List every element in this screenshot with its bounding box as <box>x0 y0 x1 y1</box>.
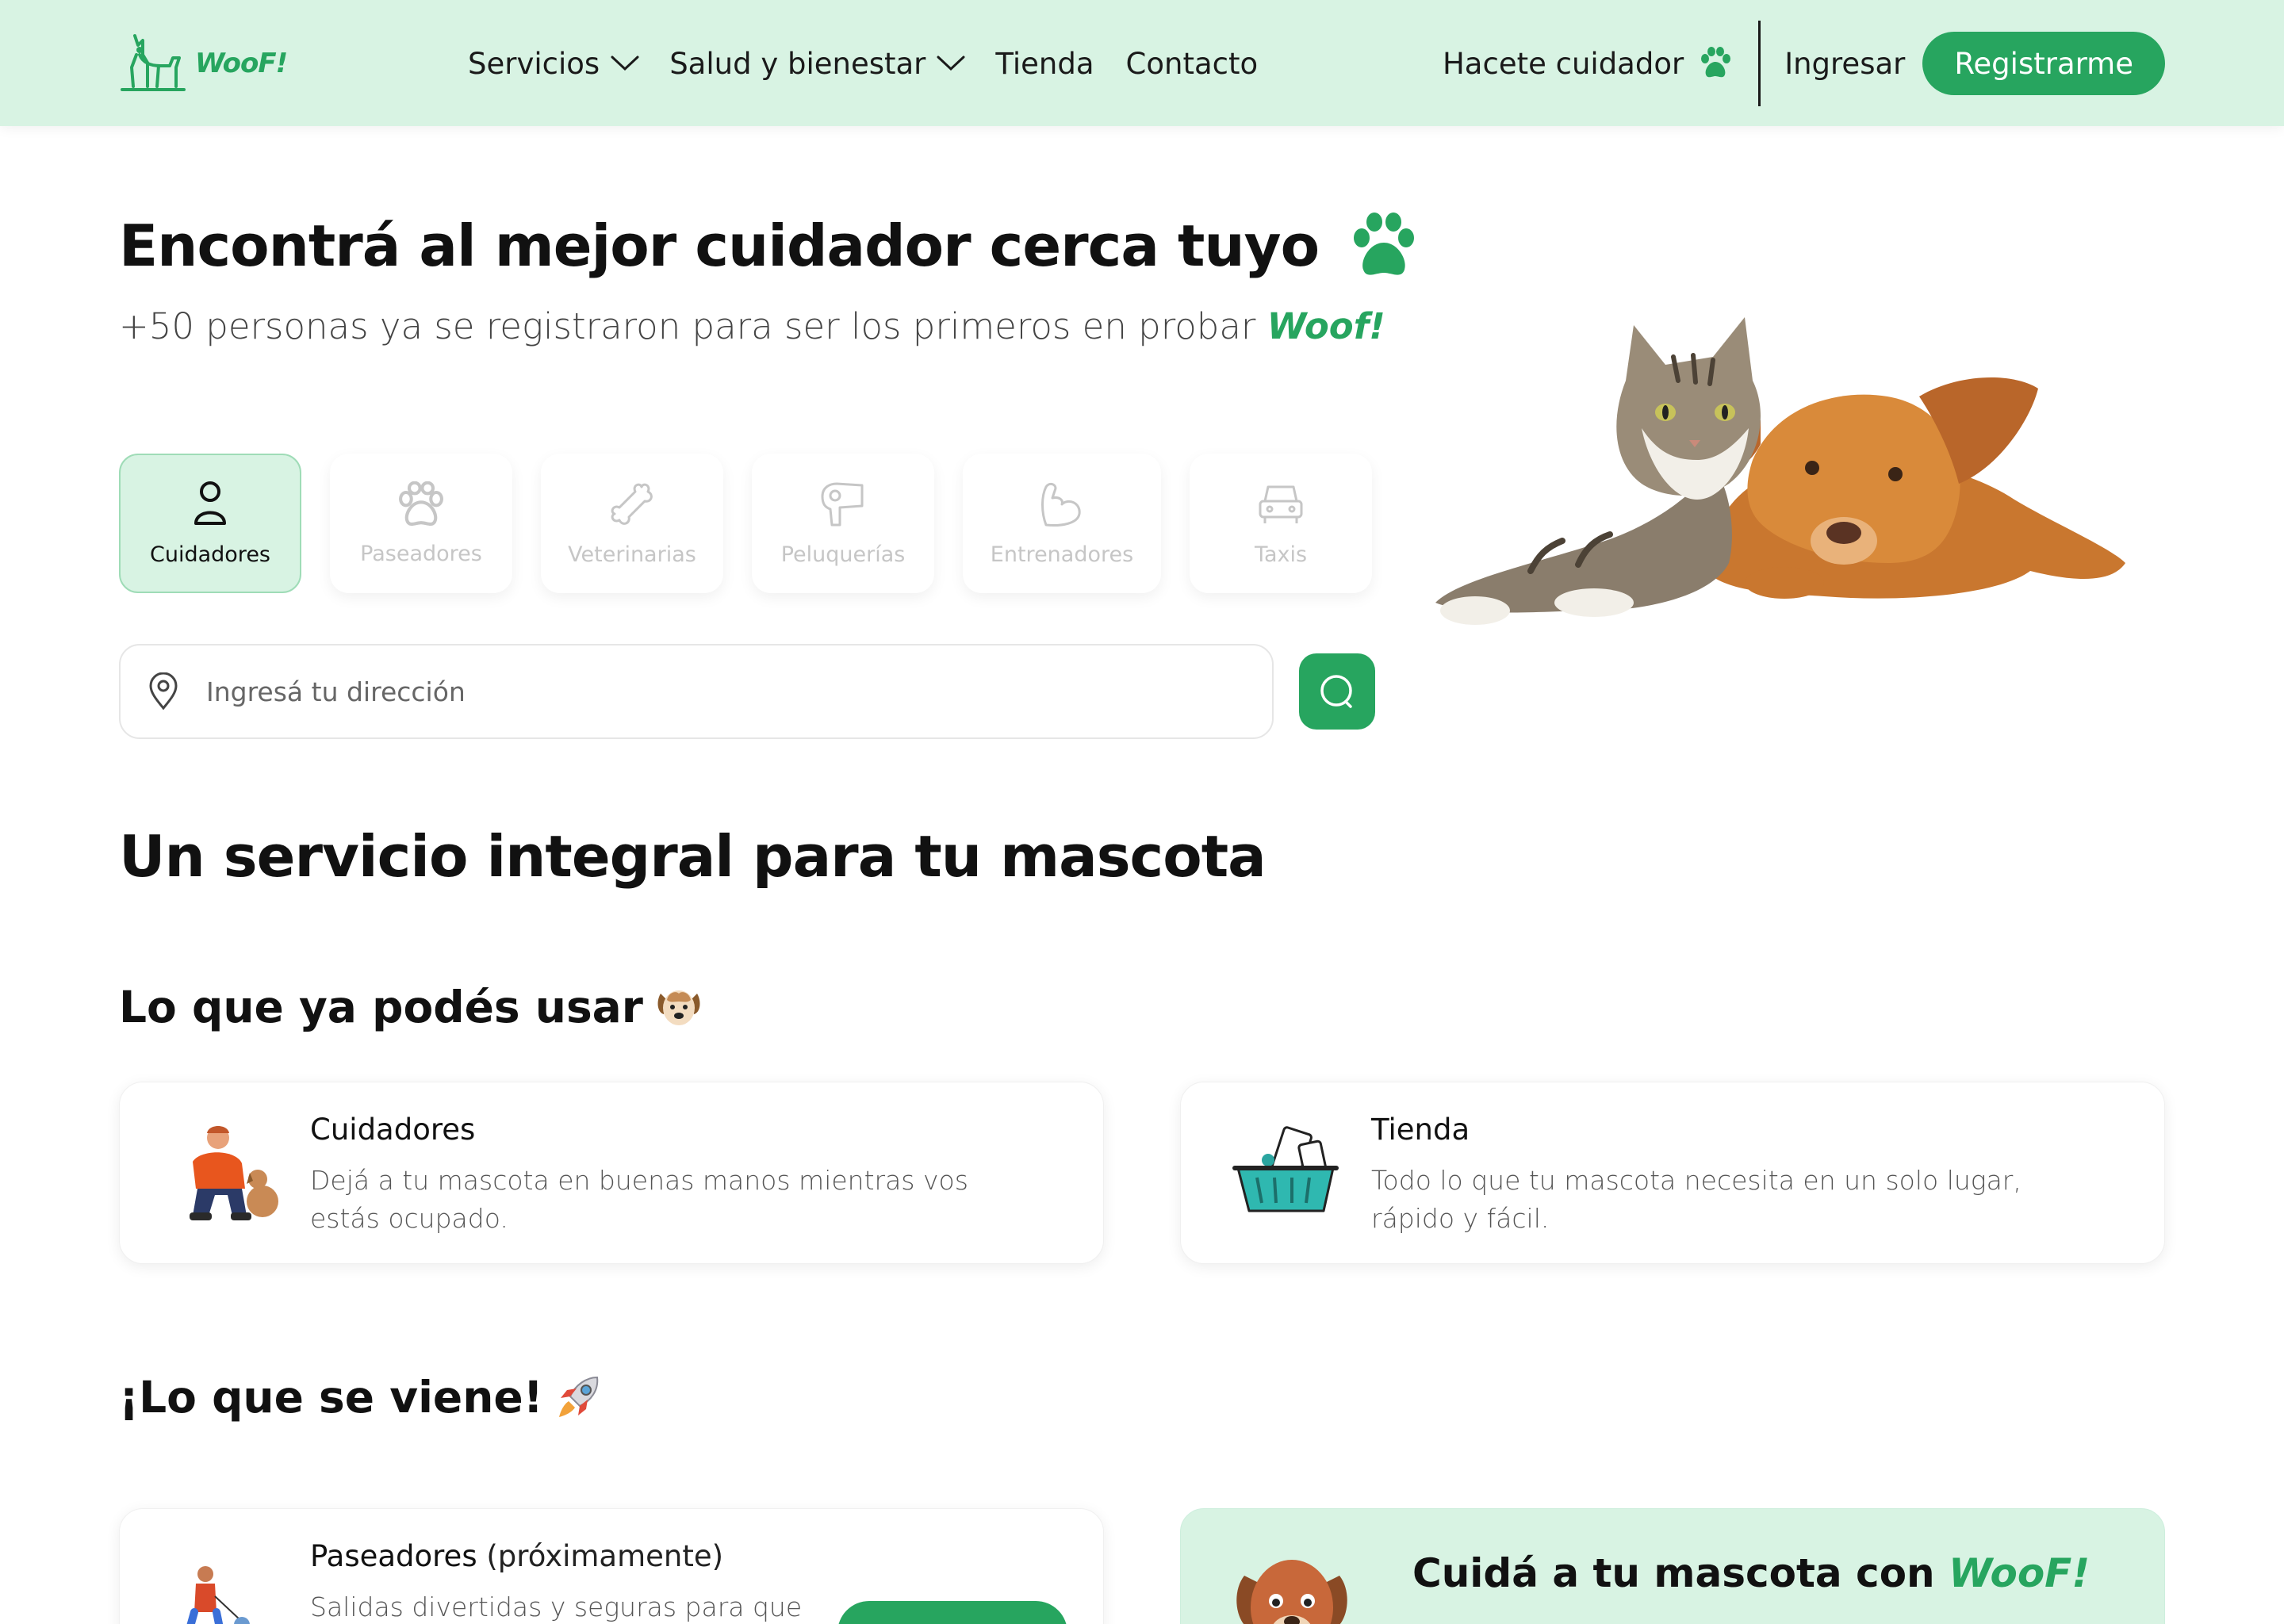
become-caretaker-link[interactable]: Hacete cuidador <box>1443 46 1733 81</box>
card-description: Dejá a tu mascota en buenas manos mientr… <box>310 1165 968 1234</box>
header-actions: Hacete cuidador Ingresar Registrarme <box>1443 20 2165 107</box>
section-title: Un servicio integral para tu mascota <box>119 823 1267 890</box>
woof-logo-icon <box>121 34 186 91</box>
upcoming-heading-text: ¡Lo que se viene! <box>119 1372 543 1423</box>
tab-cuidadores[interactable]: Cuidadores <box>119 454 301 593</box>
tab-label: Paseadores <box>360 541 482 566</box>
tab-label: Peluquerías <box>780 542 906 567</box>
muscle-icon <box>1041 482 1081 527</box>
tab-label: Veterinarias <box>568 542 696 567</box>
paw-icon <box>1354 213 1415 275</box>
card-description: Salidas divertidas y seguras para que tu <box>310 1591 803 1622</box>
card-description: Todo lo que tu mascota necesita en un so… <box>1371 1165 2021 1234</box>
header-divider <box>1758 21 1761 106</box>
nav-servicios-label: Servicios <box>468 46 600 81</box>
paw-icon <box>399 481 443 526</box>
nav-salud-label: Salud y bienestar <box>669 46 926 81</box>
nav-contacto[interactable]: Contacto <box>1126 47 1259 81</box>
tab-veterinarias[interactable]: Veterinarias <box>541 454 723 593</box>
paw-icon <box>1701 47 1731 78</box>
service-card-tienda[interactable]: Tienda Todo lo que tu mascota necesita e… <box>1180 1082 2165 1264</box>
hero-subtitle-brand: Woof! <box>1267 305 1385 347</box>
address-input-placeholder[interactable]: Ingresá tu dirección <box>206 676 466 707</box>
dog-face-icon <box>657 990 700 1025</box>
promo-card: Cuidá a tu mascota con WooF! <box>1180 1508 2165 1624</box>
available-heading-text: Lo que ya podés usar <box>119 982 643 1032</box>
caretaker-illustration-icon <box>190 1126 278 1220</box>
address-search[interactable]: Ingresá tu dirección <box>119 644 1274 739</box>
register-button[interactable]: Registrarme <box>1922 32 2165 95</box>
nav-tienda[interactable]: Tienda <box>995 47 1094 81</box>
service-card-paseadores[interactable]: Paseadores (próximamente) Salidas divert… <box>119 1508 1104 1624</box>
promo-text-main: Cuidá a tu mascota con <box>1412 1550 1949 1596</box>
tab-label: Entrenadores <box>990 542 1134 567</box>
card-title-text: Paseadores <box>310 1539 477 1573</box>
upcoming-heading: ¡Lo que se viene! <box>119 1372 604 1423</box>
location-pin-icon <box>149 672 178 710</box>
cat-and-dog-illustration <box>1435 317 2125 625</box>
tab-peluquerias[interactable]: Peluquerías <box>752 454 934 593</box>
shopping-basket-icon <box>1232 1126 1339 1212</box>
brand-name: WooF! <box>195 48 288 79</box>
service-card-cuidadores[interactable]: Cuidadores Dejá a tu mascota en buenas m… <box>119 1082 1104 1264</box>
hero-title-text: Encontrá al mejor cuidador cerca tuyo <box>119 213 1320 279</box>
dog-walker-illustration-icon <box>186 1566 250 1624</box>
nav-servicios[interactable]: Servicios <box>468 47 639 81</box>
login-link[interactable]: Ingresar <box>1784 47 1905 81</box>
hero-subtitle-text: +50 personas ya se registraron para ser … <box>119 305 1267 347</box>
main-nav: Servicios Salud y bienestar Tienda Conta… <box>468 41 1290 86</box>
dog-mascot-icon <box>1236 1560 1347 1624</box>
tab-entrenadores[interactable]: Entrenadores <box>963 454 1161 593</box>
nav-salud-bienestar[interactable]: Salud y bienestar <box>669 47 965 81</box>
search-icon <box>1320 675 1352 708</box>
search-button[interactable] <box>1299 653 1375 730</box>
car-icon <box>1259 485 1303 523</box>
tab-taxis[interactable]: Taxis <box>1190 454 1372 593</box>
person-icon <box>194 481 226 525</box>
hero-subtitle: +50 personas ya se registraron para ser … <box>119 305 1385 347</box>
tab-label: Cuidadores <box>150 542 270 567</box>
card-title: Paseadores (próximamente) <box>310 1539 723 1573</box>
hair-dryer-icon <box>821 482 864 526</box>
chevron-down-icon <box>937 56 965 71</box>
card-action-button[interactable] <box>837 1601 1067 1624</box>
service-tabs: Cuidadores Paseadores Veterinarias Peluq… <box>119 454 1372 593</box>
tab-label: Taxis <box>1254 542 1308 567</box>
card-title: Tienda <box>1371 1113 1470 1147</box>
tab-paseadores[interactable]: Paseadores <box>330 454 512 593</box>
card-title: Cuidadores <box>310 1113 476 1147</box>
logo[interactable]: WooF! <box>119 30 288 97</box>
site-header: WooF! Servicios Salud y bienestar Tienda… <box>0 0 2284 126</box>
hero-title: Encontrá al mejor cuidador cerca tuyo <box>119 213 1419 279</box>
become-caretaker-label: Hacete cuidador <box>1442 46 1684 81</box>
promo-brand: WooF! <box>1949 1550 2090 1596</box>
coming-soon-label: (próximamente) <box>486 1539 724 1573</box>
promo-text: Cuidá a tu mascota con WooF! <box>1412 1550 2090 1596</box>
chevron-down-icon <box>611 56 639 71</box>
rocket-icon <box>558 1376 598 1417</box>
bone-icon <box>611 483 653 525</box>
available-heading: Lo que ya podés usar <box>119 982 702 1032</box>
